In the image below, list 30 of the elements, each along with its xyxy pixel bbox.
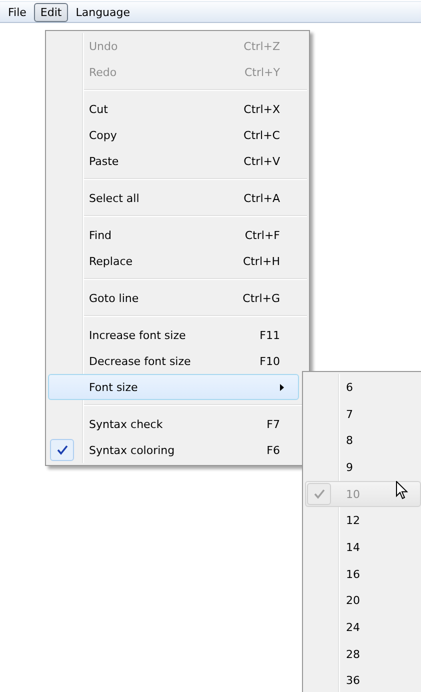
menu-item[interactable]: Find Ctrl+F <box>48 222 299 248</box>
menu-item[interactable]: Cut Ctrl+X <box>48 96 299 122</box>
menu-item[interactable]: 9 <box>305 454 421 481</box>
menu-item[interactable]: Increase font size F11 <box>48 322 299 348</box>
menu-item[interactable]: 16 <box>305 560 421 588</box>
menu-item[interactable]: 8 <box>305 427 421 454</box>
menu-item[interactable]: Replace Ctrl+H <box>48 248 299 274</box>
menu-item[interactable]: 20 <box>305 588 421 614</box>
menu-item[interactable]: 24 <box>305 614 421 641</box>
menu-bar-item[interactable]: Language <box>70 2 136 22</box>
checkmark-icon <box>314 489 324 500</box>
mouse-pointer-icon <box>396 481 408 500</box>
menu-item[interactable]: 7 <box>305 400 421 428</box>
menu-item[interactable]: Select all Ctrl+A <box>48 185 299 211</box>
menu-item[interactable]: Font size <box>48 374 299 400</box>
menu-item[interactable]: 36 <box>305 668 421 692</box>
menu-item[interactable]: 14 <box>305 534 421 561</box>
menu-item[interactable]: Syntax check F7 <box>48 411 299 437</box>
menu-bar-item[interactable]: File <box>2 2 32 22</box>
menu-item[interactable]: 28 <box>305 640 421 668</box>
submenu-arrow-icon <box>280 384 284 390</box>
menu-item[interactable]: Decrease font size F10 <box>48 348 299 374</box>
menu-item[interactable]: 6 <box>305 374 421 401</box>
menu-item[interactable]: Syntax coloring F6 <box>48 437 299 463</box>
menu-item[interactable]: Copy Ctrl+C <box>48 122 299 148</box>
menu-item[interactable]: 12 <box>305 507 421 534</box>
menu-item[interactable]: Paste Ctrl+V <box>48 148 299 174</box>
checkmark-icon <box>56 445 68 455</box>
menu-bar-item[interactable]: Edit <box>34 2 68 22</box>
menu-item[interactable]: Goto line Ctrl+G <box>48 285 299 311</box>
